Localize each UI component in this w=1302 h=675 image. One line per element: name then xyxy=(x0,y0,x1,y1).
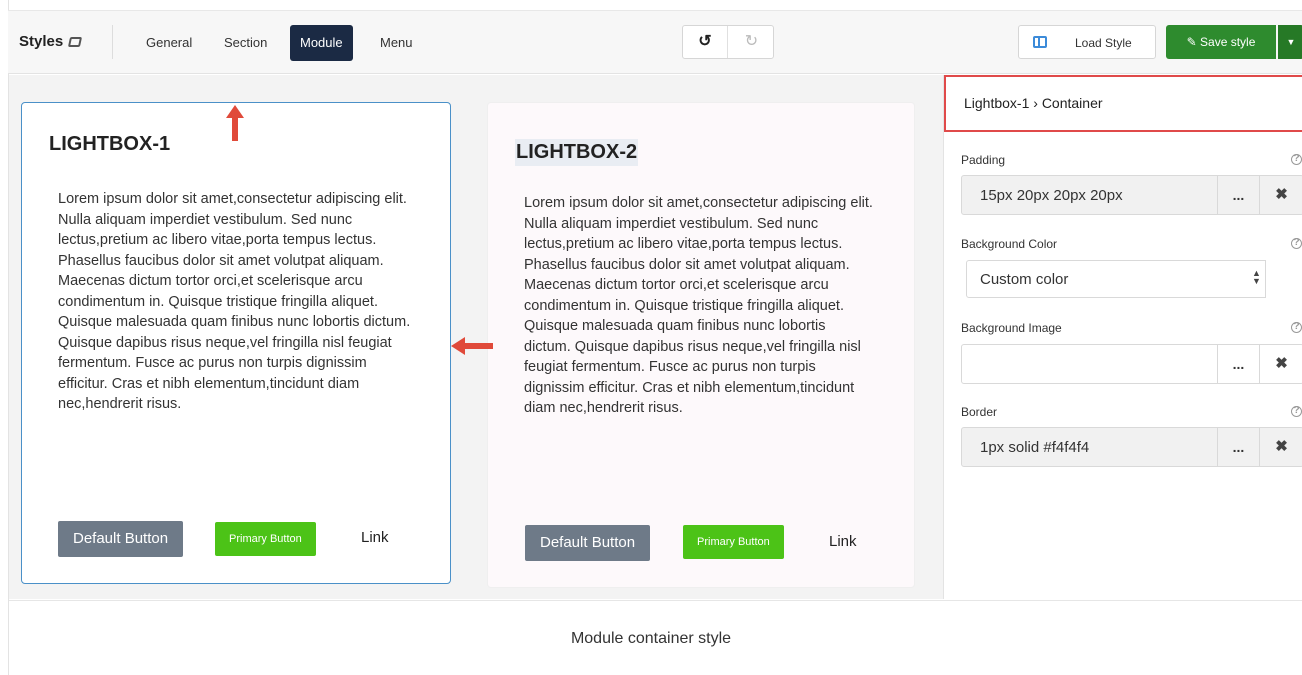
help-icon[interactable]: ? xyxy=(1291,406,1302,417)
lightbox-1-container[interactable]: LIGHTBOX-1 Lorem ipsum dolor sit amet,co… xyxy=(21,102,451,584)
preview-canvas: LIGHTBOX-1 Lorem ipsum dolor sit amet,co… xyxy=(9,75,943,599)
load-style-button[interactable]: Load Style xyxy=(1018,25,1156,59)
primary-button[interactable]: Primary Button xyxy=(683,525,784,559)
breadcrumb: Lightbox-1 › Container xyxy=(944,75,1302,132)
background-image-clear-icon[interactable]: ✖ xyxy=(1259,345,1302,383)
save-style-button[interactable]: ✎ Save style xyxy=(1166,25,1276,59)
lightbox-title: LIGHTBOX-2 xyxy=(515,139,639,166)
background-color-label: Background Color xyxy=(961,237,1058,251)
border-value[interactable]: 1px solid #f4f4f4 xyxy=(980,439,1089,456)
tab-module[interactable]: Module xyxy=(290,25,353,61)
color-swatch[interactable] xyxy=(1265,260,1302,298)
border-clear-icon[interactable]: ✖ xyxy=(1259,428,1302,466)
border-field[interactable]: 1px solid #f4f4f4 ... ✖ xyxy=(961,427,1302,467)
annotation-arrow-left-icon xyxy=(451,337,493,355)
link[interactable]: Link xyxy=(361,529,389,546)
help-icon[interactable]: ? xyxy=(1291,238,1302,249)
toolbar-divider xyxy=(112,25,113,59)
eraser-icon xyxy=(68,37,83,47)
undo-icon[interactable]: ↺ xyxy=(683,26,728,58)
annotation-arrow-up-icon xyxy=(226,105,244,141)
background-image-more-button[interactable]: ... xyxy=(1217,345,1259,383)
caption-divider xyxy=(9,600,1302,601)
layout-icon xyxy=(1033,36,1047,48)
save-style-label: Save style xyxy=(1200,35,1256,49)
style-properties-panel: Lightbox-1 › Container Padding ? 15px 20… xyxy=(943,75,1302,599)
lightbox-body-text: Lorem ipsum dolor sit amet,consectetur a… xyxy=(524,195,873,416)
edit-icon: ✎ xyxy=(1186,35,1197,49)
figure-caption: Module container style xyxy=(570,630,732,647)
help-icon[interactable]: ? xyxy=(1291,154,1302,165)
lightbox-title: LIGHTBOX-1 xyxy=(49,133,171,155)
default-button[interactable]: Default Button xyxy=(58,521,184,557)
load-style-label: Load Style xyxy=(1075,36,1132,50)
primary-button[interactable]: Primary Button xyxy=(215,522,316,556)
tab-menu[interactable]: Menu xyxy=(370,25,423,61)
link[interactable]: Link xyxy=(829,533,857,550)
background-color-select[interactable]: Custom color ▲ ▼ xyxy=(966,260,1302,298)
styles-brand: Styles xyxy=(19,33,83,50)
default-button[interactable]: Default Button xyxy=(525,525,651,561)
padding-label: Padding xyxy=(961,153,1006,167)
lightbox-2-container[interactable]: LIGHTBOX-2 Lorem ipsum dolor sit amet,co… xyxy=(487,102,915,588)
background-image-field[interactable]: ... ✖ xyxy=(961,344,1302,384)
select-arrows-icon: ▲ ▼ xyxy=(1252,268,1261,286)
tab-general[interactable]: General xyxy=(136,25,202,61)
history-controls: ↺ ↻ xyxy=(682,25,774,59)
background-color-value: Custom color xyxy=(980,271,1069,288)
styles-toolbar: Styles General Section Module Menu ↺ ↻ L… xyxy=(8,10,1302,74)
padding-more-button[interactable]: ... xyxy=(1217,176,1259,214)
tab-section[interactable]: Section xyxy=(214,25,277,61)
padding-field[interactable]: 15px 20px 20px 20px ... ✖ xyxy=(961,175,1302,215)
padding-clear-icon[interactable]: ✖ xyxy=(1259,176,1302,214)
padding-value[interactable]: 15px 20px 20px 20px xyxy=(980,187,1123,204)
background-image-label: Background Image xyxy=(961,321,1062,335)
lightbox-body-text: Lorem ipsum dolor sit amet,consectetur a… xyxy=(58,191,411,412)
border-more-button[interactable]: ... xyxy=(1217,428,1259,466)
brand-label: Styles xyxy=(19,33,64,50)
help-icon[interactable]: ? xyxy=(1291,322,1302,333)
redo-icon[interactable]: ↻ xyxy=(729,26,774,58)
save-options-caret-icon[interactable]: ▼ xyxy=(1278,25,1302,59)
border-label: Border xyxy=(961,405,998,419)
